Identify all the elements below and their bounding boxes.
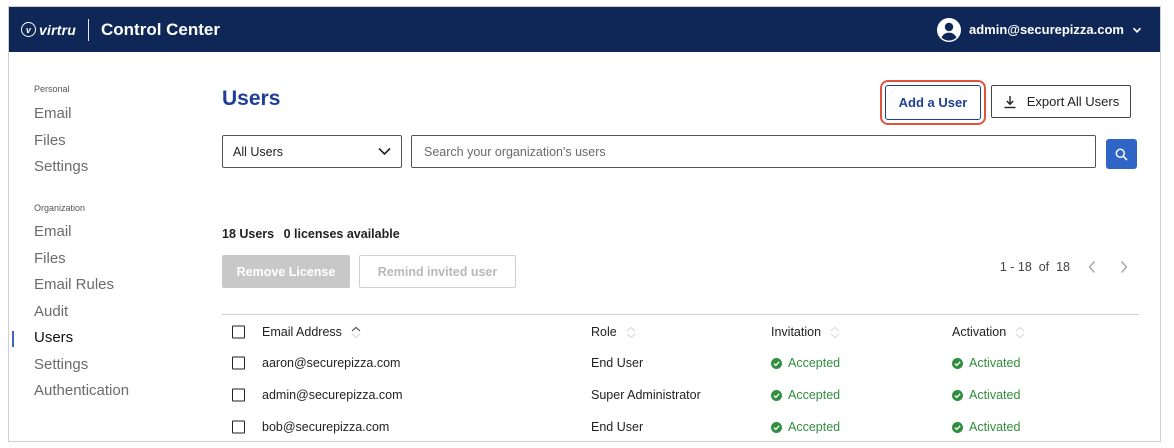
select-all-checkbox[interactable]: [232, 325, 245, 339]
sidebar: Personal Email Files Settings Organizati…: [9, 52, 199, 441]
invitation-status: Accepted: [788, 356, 841, 370]
page-title: Users: [222, 87, 281, 110]
check-circle-icon: [771, 421, 782, 433]
table-row[interactable]: bob@securepizza.com End User Accepted Ac…: [222, 412, 1139, 441]
export-label: Export All Users: [1026, 94, 1120, 109]
pagination-range: 1 - 18 of 18: [999, 260, 1070, 274]
sidebar-item-personal-email[interactable]: Email: [34, 105, 72, 122]
filter-value: All Users: [233, 144, 284, 159]
column-label-activation: Activation: [952, 325, 1007, 339]
sort-icon: [830, 326, 840, 338]
cell-activation: Activated: [952, 356, 1020, 370]
user-circle-icon: [936, 17, 961, 42]
search-icon: [1115, 148, 1128, 161]
remove-license-button[interactable]: Remove License: [222, 255, 350, 288]
users-summary: 18 Users 0 licenses available: [222, 227, 400, 241]
sidebar-item-users[interactable]: Users: [34, 329, 73, 346]
account-email: admin@securepizza.com: [968, 22, 1124, 37]
column-header-email[interactable]: Email Address: [262, 325, 362, 339]
chevron-right-icon: [1121, 261, 1128, 273]
row-checkbox[interactable]: [232, 356, 245, 370]
sort-icon: [1015, 326, 1025, 338]
cell-invitation: Accepted: [771, 388, 840, 402]
sort-icon: [351, 326, 361, 338]
add-user-button[interactable]: Add a User: [885, 85, 981, 120]
remind-invited-user-button[interactable]: Remind invited user: [359, 255, 516, 288]
column-header-activation[interactable]: Activation: [952, 325, 1026, 339]
cell-invitation: Accepted: [771, 356, 840, 370]
top-bar: v virtru Control Center admin@securepizz…: [9, 7, 1160, 52]
brand-divider: [88, 18, 89, 41]
sidebar-item-personal-files[interactable]: Files: [34, 132, 66, 149]
chevron-down-icon: [378, 147, 391, 156]
sidebar-item-org-settings[interactable]: Settings: [34, 356, 88, 373]
table-row[interactable]: aaron@securepizza.com End User Accepted …: [222, 348, 1139, 378]
virtru-logo: v virtru: [21, 22, 76, 38]
sort-icon: [626, 326, 636, 338]
brand[interactable]: v virtru Control Center: [21, 18, 220, 41]
check-circle-icon: [952, 357, 963, 369]
pagination: 1 - 18 of 18: [1000, 255, 1134, 279]
column-label-email: Email Address: [262, 325, 342, 339]
check-circle-icon: [771, 357, 782, 369]
column-label-invitation: Invitation: [771, 325, 822, 339]
cell-email: bob@securepizza.com: [262, 420, 390, 434]
sidebar-item-authentication[interactable]: Authentication: [34, 382, 129, 399]
invitation-status: Accepted: [788, 388, 841, 402]
app-title: Control Center: [101, 19, 220, 39]
chevron-left-icon: [1088, 261, 1095, 273]
cell-role: Super Administrator: [591, 388, 701, 402]
row-checkbox[interactable]: [232, 420, 245, 434]
sidebar-item-org-email[interactable]: Email: [34, 223, 72, 240]
sidebar-item-org-files[interactable]: Files: [34, 250, 66, 267]
check-circle-icon: [771, 389, 782, 401]
cell-activation: Activated: [952, 388, 1020, 402]
cell-email: aaron@securepizza.com: [262, 356, 401, 370]
check-circle-icon: [952, 389, 963, 401]
sidebar-item-personal-settings[interactable]: Settings: [34, 158, 88, 175]
sidebar-item-audit[interactable]: Audit: [34, 303, 68, 320]
download-icon: [1004, 95, 1016, 108]
main-content: Users Add a User Export All Users All Us…: [222, 52, 1144, 441]
table-header: Email Address Role Invitation Activation: [222, 317, 1139, 347]
column-label-role: Role: [591, 325, 617, 339]
chevron-down-icon: [1132, 27, 1142, 33]
user-count: 18 Users: [222, 227, 275, 241]
activation-status: Activated: [969, 388, 1021, 402]
section-label-personal: Personal: [34, 84, 70, 94]
cell-email: admin@securepizza.com: [262, 388, 403, 402]
cell-invitation: Accepted: [771, 420, 840, 434]
invitation-status: Accepted: [788, 420, 841, 434]
search-button[interactable]: [1106, 139, 1137, 169]
export-all-users-button[interactable]: Export All Users: [991, 85, 1131, 118]
licenses-available: 0 licenses available: [283, 227, 400, 241]
prev-page-button[interactable]: [1082, 257, 1102, 277]
activation-status: Activated: [969, 420, 1021, 434]
section-label-organization: Organization: [34, 203, 86, 213]
row-checkbox[interactable]: [232, 388, 245, 402]
activation-status: Activated: [969, 356, 1021, 370]
cell-activation: Activated: [952, 420, 1020, 434]
check-circle-icon: [952, 421, 963, 433]
next-page-button[interactable]: [1114, 257, 1134, 277]
add-user-highlight: Add a User: [880, 80, 986, 125]
column-header-role[interactable]: Role: [591, 325, 637, 339]
app-window: v virtru Control Center admin@securepizz…: [8, 6, 1161, 442]
table-divider: [222, 314, 1139, 315]
column-header-invitation[interactable]: Invitation: [771, 325, 841, 339]
active-indicator: [12, 331, 14, 347]
user-filter-select[interactable]: All Users: [222, 135, 402, 168]
search-input[interactable]: [411, 135, 1096, 168]
table-row[interactable]: admin@securepizza.com Super Administrato…: [222, 380, 1139, 410]
cell-role: End User: [591, 356, 644, 370]
account-menu[interactable]: admin@securepizza.com: [936, 7, 1142, 52]
sidebar-item-email-rules[interactable]: Email Rules: [34, 276, 114, 293]
cell-role: End User: [591, 420, 644, 434]
virtru-logo-mark: v: [21, 22, 36, 37]
brand-name: virtru: [39, 21, 76, 38]
